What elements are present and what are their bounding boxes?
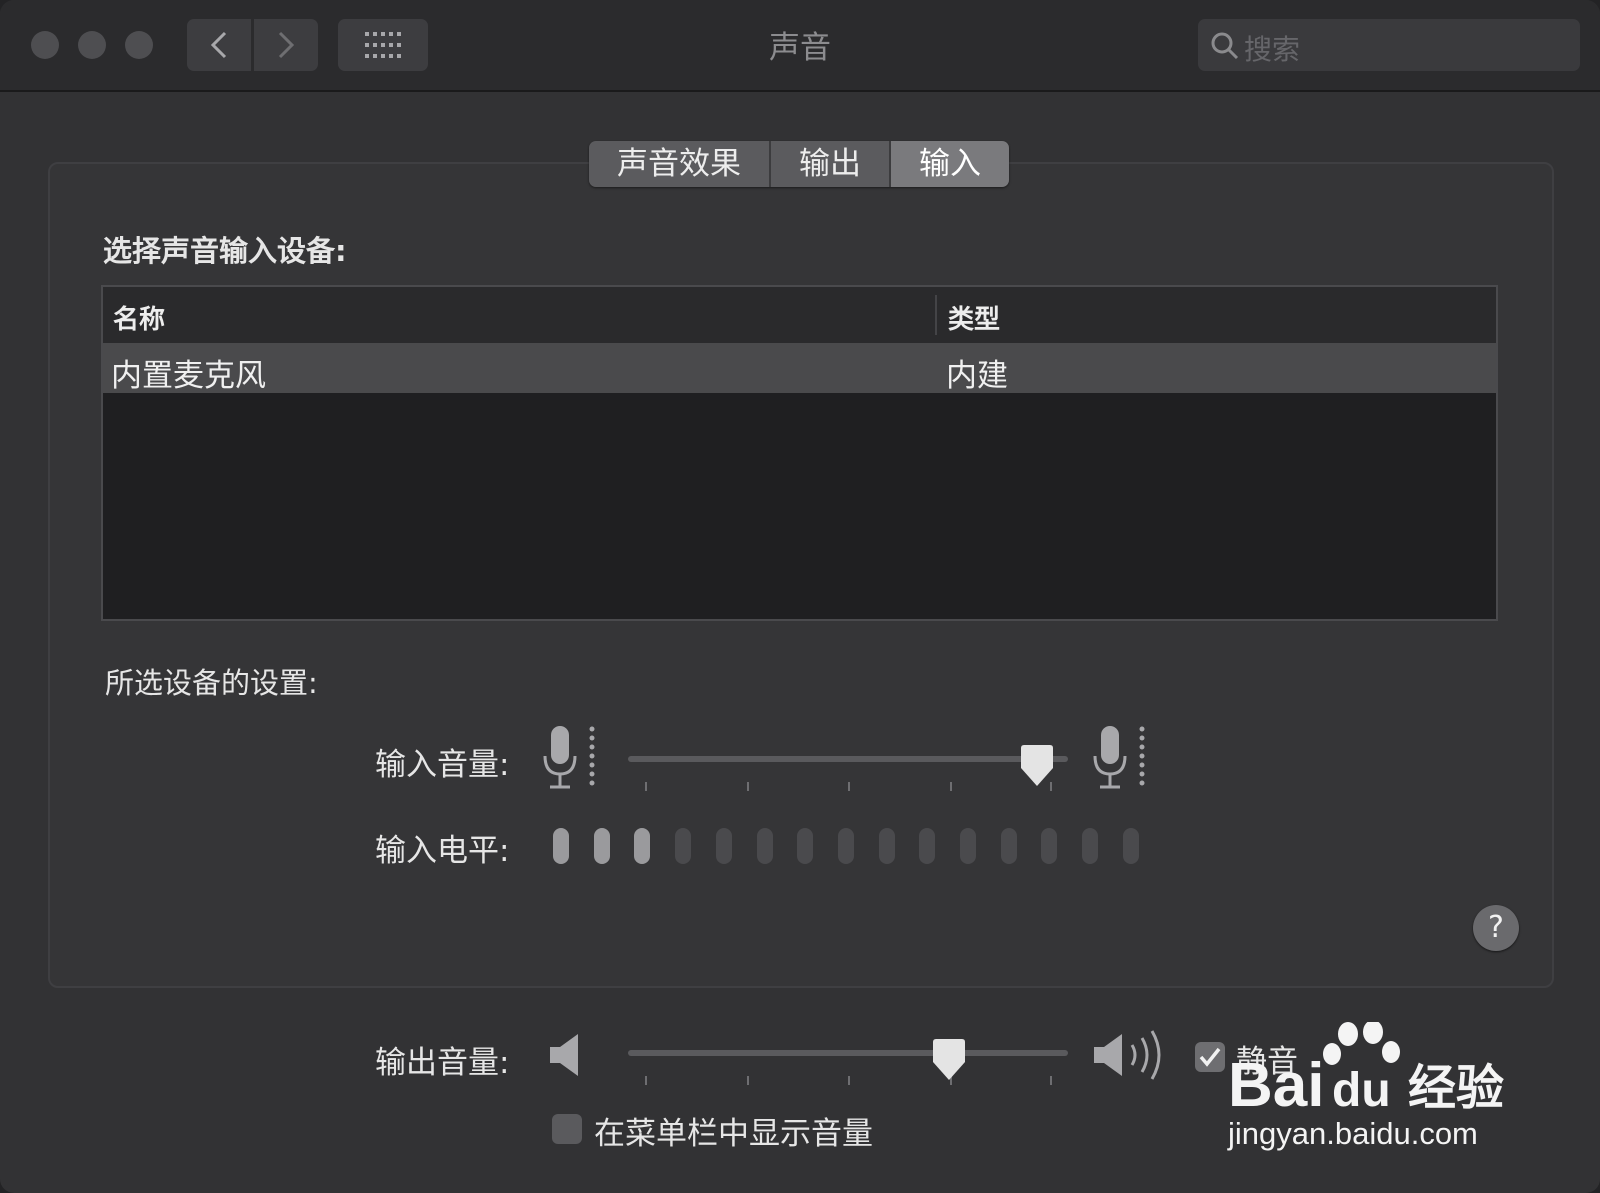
level-segment: [878, 828, 895, 864]
tab-sound-effects[interactable]: 声音效果: [589, 141, 771, 187]
slider-tick: [645, 1076, 647, 1085]
column-header-name[interactable]: 名称: [113, 299, 165, 336]
show-in-menubar-checkbox[interactable]: [552, 1114, 582, 1144]
mute-checkbox[interactable]: [1195, 1042, 1225, 1072]
level-segment: [1000, 828, 1017, 864]
level-segment: [553, 828, 569, 864]
forward-button[interactable]: [254, 19, 318, 71]
output-volume-label: 输出音量:: [375, 1045, 510, 1081]
svg-text:经验: 经验: [1408, 1060, 1504, 1112]
column-header-type[interactable]: 类型: [948, 299, 1000, 336]
grid-icon: [365, 32, 401, 58]
title-bar: 声音 搜索: [0, 0, 1600, 92]
minimize-window-button[interactable]: [78, 31, 106, 59]
level-segment: [919, 828, 936, 864]
show-in-menubar-label: 在菜单栏中显示音量: [594, 1116, 873, 1152]
output-volume-slider[interactable]: [628, 1050, 1068, 1056]
back-button[interactable]: [187, 19, 251, 71]
column-divider: [935, 295, 937, 335]
microphone-icon: [1093, 726, 1145, 789]
slider-tick: [848, 782, 850, 791]
speaker-icon: [550, 1034, 578, 1076]
device-type: 内建: [946, 358, 1008, 394]
level-segment: [675, 828, 692, 864]
device-name: 内置麦克风: [111, 358, 266, 394]
slider-tick: [848, 1076, 850, 1085]
baidu-jingyan-watermark-logo: Bai du 经验: [1228, 1022, 1504, 1112]
level-segment: [837, 828, 854, 864]
slider-tick: [950, 782, 952, 791]
output-volume-thumb[interactable]: [930, 1038, 968, 1082]
input-volume-slider[interactable]: [628, 756, 1068, 762]
zoom-window-button[interactable]: [125, 31, 153, 59]
level-segment: [634, 828, 651, 864]
close-window-button[interactable]: [31, 31, 59, 59]
sound-preferences-window: 声音 搜索 声音效果 输出 输入 选择声音输入设备: 名称 类型 内置麦克风 内…: [0, 0, 1600, 1193]
svg-text:Bai: Bai: [1228, 1051, 1324, 1112]
level-segment: [1122, 828, 1139, 864]
input-volume-thumb[interactable]: [1018, 744, 1056, 788]
input-volume-label: 输入音量:: [375, 747, 510, 783]
table-header: 名称 类型: [103, 287, 1496, 343]
tab-output[interactable]: 输出: [771, 141, 891, 187]
input-level-label: 输入电平:: [375, 833, 510, 869]
window-title: 声音: [769, 30, 831, 66]
slider-tick: [645, 782, 647, 791]
select-input-device-heading: 选择声音输入设备:: [103, 234, 347, 268]
tab-bar: 声音效果 输出 输入: [589, 141, 1009, 187]
device-settings-heading: 所选设备的设置:: [105, 666, 318, 700]
microphone-icon: [543, 726, 595, 789]
forward-icon: [278, 31, 295, 59]
slider-tick: [747, 1076, 749, 1085]
svg-text:du: du: [1332, 1064, 1391, 1112]
level-segment: [1082, 828, 1099, 864]
back-icon: [210, 31, 227, 59]
show-all-button[interactable]: [338, 19, 428, 71]
search-icon: [1211, 32, 1239, 60]
level-segment: [1041, 828, 1058, 864]
level-segment: [593, 828, 610, 864]
slider-tick: [747, 782, 749, 791]
table-row[interactable]: 内置麦克风 内建: [103, 343, 1496, 394]
help-button[interactable]: ?: [1473, 905, 1519, 951]
level-segment: [756, 828, 773, 864]
search-placeholder: 搜索: [1244, 33, 1301, 66]
watermark-url: jingyan.baidu.com: [1228, 1116, 1478, 1151]
level-segment: [797, 828, 814, 864]
level-segment: [960, 828, 976, 864]
slider-tick: [1050, 1076, 1052, 1085]
tab-input[interactable]: 输入: [891, 141, 1009, 187]
checkmark-icon: [1199, 1047, 1221, 1067]
search-field[interactable]: 搜索: [1198, 19, 1580, 71]
input-device-table: 名称 类型 内置麦克风 内建: [101, 285, 1498, 621]
speaker-loud-icon: [1094, 1030, 1161, 1080]
level-segment: [715, 828, 732, 864]
